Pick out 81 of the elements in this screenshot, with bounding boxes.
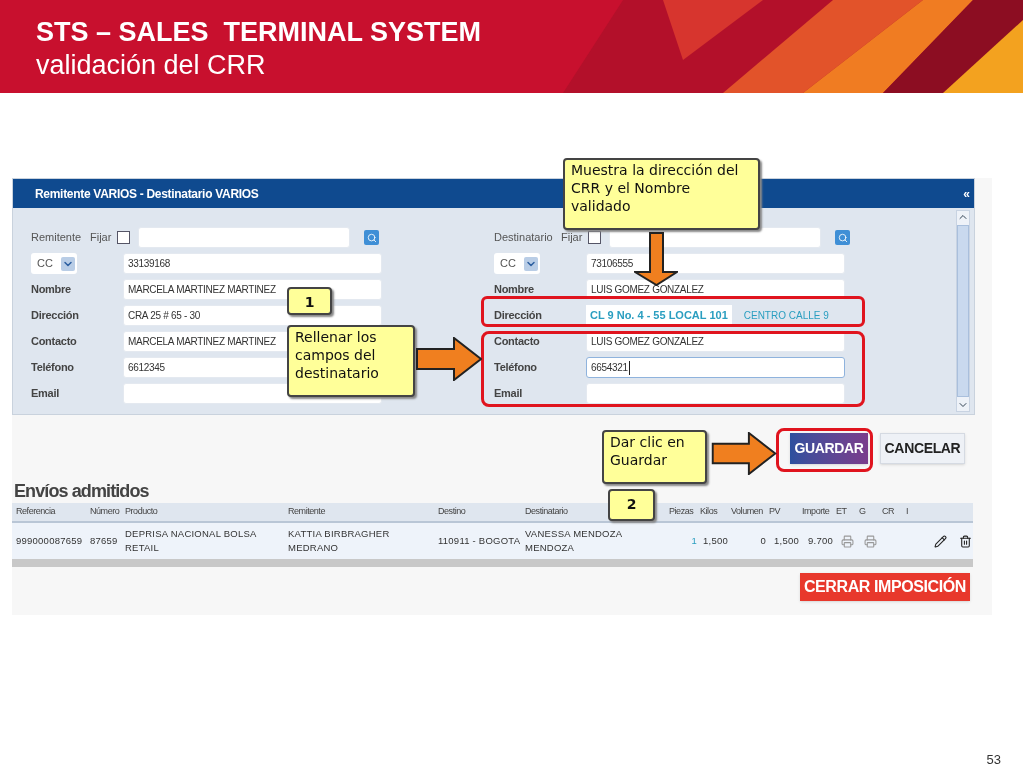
column-header: Número	[90, 505, 121, 519]
arrow-icon	[416, 337, 482, 381]
dropdown-icon	[61, 256, 75, 271]
table-cell-text: 110911 - BOGOTA	[438, 534, 522, 548]
locality-text: CENTRO CALLE 9	[743, 309, 829, 323]
edit-icon[interactable]	[934, 534, 947, 548]
column-header: Volumen	[731, 505, 764, 519]
printer-icon[interactable]	[841, 534, 854, 548]
table-cell-text: 999000087659	[16, 534, 84, 548]
field-label: Fijar	[90, 230, 113, 246]
callout-tooltip: 1	[287, 287, 332, 315]
cancel-button[interactable]: CANCELAR	[880, 433, 965, 464]
close-button[interactable]: CERRAR IMPOSICIÓN	[799, 573, 970, 601]
column-header: Destinatario	[525, 505, 569, 519]
field-label: Nombre	[494, 282, 535, 298]
slide-subtitle: validación del CRR	[36, 49, 267, 82]
save-button[interactable]: GUARDAR	[790, 433, 868, 464]
column-header: ET	[836, 505, 848, 519]
table-cell-text: 9.700	[807, 534, 834, 548]
search-icon	[366, 232, 377, 243]
checkbox[interactable]	[117, 231, 130, 244]
column-header: Referencia	[16, 505, 57, 519]
field-label: Destinatario	[494, 230, 554, 246]
printer-icon[interactable]	[864, 534, 877, 548]
field-label: Contacto	[494, 334, 541, 350]
trash-icon[interactable]	[959, 534, 972, 548]
input-field[interactable]	[586, 383, 845, 404]
search-button[interactable]	[835, 230, 850, 245]
column-header: PV	[769, 505, 782, 519]
scrollbar[interactable]	[956, 210, 970, 412]
scroll-thumb[interactable]	[957, 225, 969, 397]
table-cell-text: 1,500	[773, 534, 800, 548]
column-header: I	[906, 505, 910, 519]
table-cell-text: KATTIA BIRBRAGHER MEDRANO	[288, 527, 391, 555]
search-button[interactable]	[364, 230, 379, 245]
table-cell-text: DEPRISA NACIONAL BOLSA RETAIL	[125, 527, 258, 555]
section-heading: Envíos admitidos	[14, 480, 149, 502]
callout-tooltip: Dar clic en Guardar	[602, 430, 707, 484]
document-type-select[interactable]: CC	[31, 253, 77, 274]
column-header: CR	[882, 505, 896, 519]
input-field[interactable]: 33139168	[123, 253, 382, 274]
input-field[interactable]	[138, 227, 350, 248]
slide-title: STS – SALES TERMINAL SYSTEM	[36, 16, 483, 48]
column-header: Piezas	[669, 505, 695, 519]
column-header: Kilos	[700, 505, 719, 519]
field-label: Fijar	[561, 230, 584, 246]
arrow-icon	[711, 432, 777, 475]
column-header: Remitente	[288, 505, 326, 519]
table-cell-text: 87659	[90, 534, 119, 548]
checkbox[interactable]	[588, 231, 601, 244]
column-header: G	[859, 505, 867, 519]
table-cell-text: 1	[690, 534, 698, 548]
field-label: Email	[31, 386, 60, 402]
field-label: Email	[494, 386, 523, 402]
field-label: Nombre	[31, 282, 72, 298]
page-number: 53	[986, 750, 1001, 769]
field-label: Teléfono	[494, 360, 538, 376]
input-field[interactable]: 6654321	[586, 357, 845, 378]
column-header: Importe	[802, 505, 831, 519]
field-label: Contacto	[31, 334, 78, 350]
form-title: Remitente VARIOS - Destinatario VARIOS	[35, 185, 259, 203]
table-cell-text: VANESSA MENDOZA MENDOZA	[525, 527, 623, 555]
column-header: Producto	[125, 505, 159, 519]
validated-address: CL 9 No. 4 - 55 LOCAL 101	[586, 305, 732, 326]
field-label: Remitente	[31, 230, 83, 246]
arrow-icon	[634, 232, 678, 286]
table-cell-text: 0	[759, 534, 767, 548]
table-cell-text: 1,500	[702, 534, 729, 548]
field-label: Dirección	[31, 308, 80, 324]
field-label: Dirección	[494, 308, 543, 324]
text-cursor	[628, 360, 630, 375]
callout-tooltip: Muestra la dirección del CRR y el Nombre validado	[563, 158, 760, 230]
callout-tooltip: 2	[608, 489, 655, 521]
search-icon	[837, 232, 848, 243]
input-field[interactable]: 73106555	[586, 253, 845, 274]
document-type-select[interactable]: CC	[494, 253, 540, 274]
dropdown-icon	[524, 256, 538, 271]
callout-tooltip: Rellenar los campos del destinatario	[287, 325, 415, 397]
field-label: Teléfono	[31, 360, 75, 376]
collapse-button[interactable]: «	[963, 184, 970, 203]
column-header: Destino	[438, 505, 467, 519]
